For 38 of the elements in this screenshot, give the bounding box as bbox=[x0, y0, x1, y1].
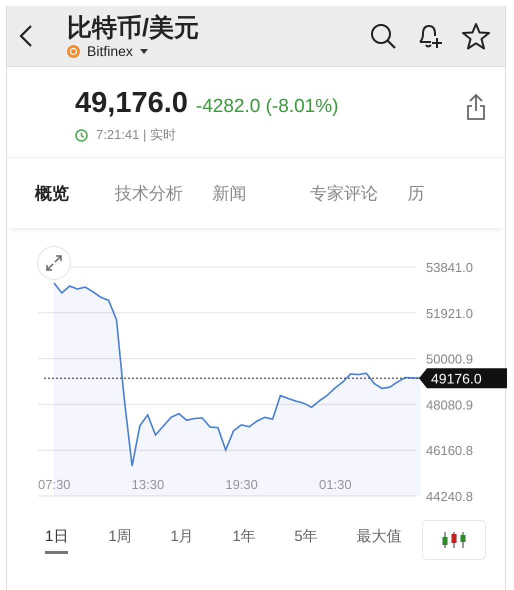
axis-label: 50000.9 bbox=[426, 352, 473, 367]
axis-label: 51921.0 bbox=[426, 306, 473, 321]
candlestick-button[interactable] bbox=[422, 520, 486, 560]
price-change: -4282.0 (-8.01%) bbox=[196, 96, 338, 118]
expand-icon[interactable] bbox=[44, 253, 64, 273]
tab[interactable]: 新闻 bbox=[212, 182, 310, 204]
range-tab[interactable]: 1月 bbox=[170, 526, 232, 554]
axis-label: 07:30 bbox=[38, 477, 71, 492]
exchange-selector[interactable]: Bitfinex bbox=[87, 43, 133, 59]
tab[interactable]: 历 bbox=[407, 182, 505, 204]
range-tab[interactable]: 1日 bbox=[45, 526, 68, 554]
range-tab[interactable]: 最大值 bbox=[356, 526, 418, 554]
expand-button[interactable] bbox=[37, 246, 71, 280]
tab[interactable]: 技术分析 bbox=[114, 182, 212, 204]
axis-label: 48080.9 bbox=[426, 397, 473, 412]
axis-label: 44240.8 bbox=[426, 489, 473, 504]
range-tab[interactable]: 1年 bbox=[232, 526, 294, 554]
axis-label: 46160.8 bbox=[426, 443, 473, 458]
tab[interactable]: 概览 bbox=[35, 182, 115, 204]
share-icon[interactable] bbox=[465, 93, 487, 121]
price-tag-label: 49176.0 bbox=[431, 370, 482, 386]
axis-label: 01:30 bbox=[319, 477, 352, 492]
axis-label: 13:30 bbox=[132, 477, 164, 492]
update-time: 7:21:41 | 实时 bbox=[96, 126, 176, 144]
clock-icon bbox=[75, 128, 88, 142]
back-icon[interactable] bbox=[19, 24, 33, 48]
coin-icon bbox=[67, 44, 80, 58]
search-icon[interactable] bbox=[369, 22, 397, 50]
pair-title: 比特币/美元 bbox=[67, 13, 200, 43]
candlestick-icon[interactable] bbox=[441, 531, 468, 549]
star-icon[interactable] bbox=[461, 22, 491, 50]
range-tab[interactable]: 5年 bbox=[294, 526, 356, 554]
axis-label: 53841.0 bbox=[426, 260, 473, 275]
price-value: 49,176.0 bbox=[75, 87, 188, 120]
range-tab[interactable]: 1周 bbox=[108, 526, 170, 554]
caret-icon[interactable] bbox=[140, 48, 148, 54]
tab[interactable]: 专家评论 bbox=[310, 182, 408, 204]
axis-label: 19:30 bbox=[225, 477, 258, 492]
